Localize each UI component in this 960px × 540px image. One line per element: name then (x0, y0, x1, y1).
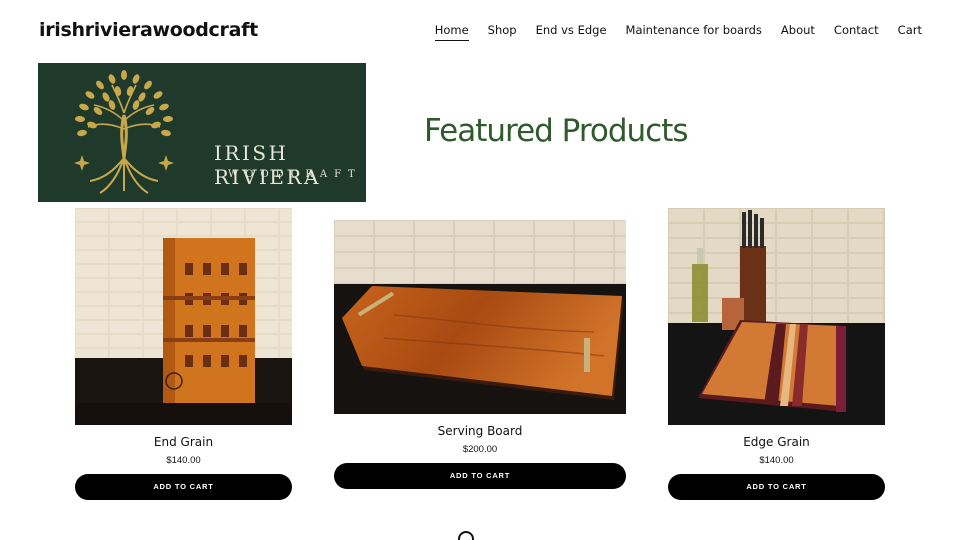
product-image-edge-grain[interactable] (668, 208, 885, 425)
logo-text-line2: WOODCRAFT (228, 169, 362, 180)
add-to-cart-button[interactable]: ADD TO CART (75, 474, 292, 500)
nav-shop[interactable]: Shop (488, 23, 517, 41)
product-name[interactable]: Serving Board (334, 424, 626, 438)
nav-maintenance[interactable]: Maintenance for boards (626, 23, 762, 41)
main-nav: Home Shop End vs Edge Maintenance for bo… (434, 23, 922, 41)
edge-grain-board-image (668, 208, 885, 425)
end-grain-board-image (75, 208, 292, 425)
product-price: $140.00 (759, 455, 794, 466)
site-header: irishrivierawoodcraft Home Shop End vs E… (0, 0, 960, 60)
nav-cart[interactable]: Cart (898, 23, 922, 41)
product-name[interactable]: Edge Grain (668, 435, 885, 449)
add-to-cart-button[interactable]: ADD TO CART (334, 463, 626, 489)
product-card-serving-board: Serving Board $200.00 ADD TO CART (334, 220, 626, 489)
nav-about[interactable]: About (781, 23, 815, 41)
product-image-end-grain[interactable] (75, 208, 292, 425)
featured-products-heading: Featured Products (424, 113, 689, 149)
logo-text-line1: IRISH RIVIERA (214, 141, 321, 189)
nav-home[interactable]: Home (434, 23, 469, 41)
product-price: $200.00 (462, 444, 498, 455)
product-price: $140.00 (166, 455, 201, 466)
serving-board-image (334, 220, 626, 414)
nav-contact[interactable]: Contact (834, 23, 879, 41)
product-card-end-grain: End Grain $140.00 ADD TO CART (75, 208, 292, 500)
partial-section-icon (458, 531, 474, 540)
nav-end-vs-edge[interactable]: End vs Edge (536, 23, 607, 41)
add-to-cart-button[interactable]: ADD TO CART (668, 474, 885, 500)
product-name[interactable]: End Grain (75, 435, 292, 449)
brand-logo: IRISH RIVIERA WOODCRAFT (38, 63, 366, 202)
product-image-serving-board[interactable] (334, 220, 626, 414)
product-card-edge-grain: Edge Grain $140.00 ADD TO CART (668, 208, 885, 500)
site-title[interactable]: irishrivierawoodcraft (39, 19, 258, 41)
